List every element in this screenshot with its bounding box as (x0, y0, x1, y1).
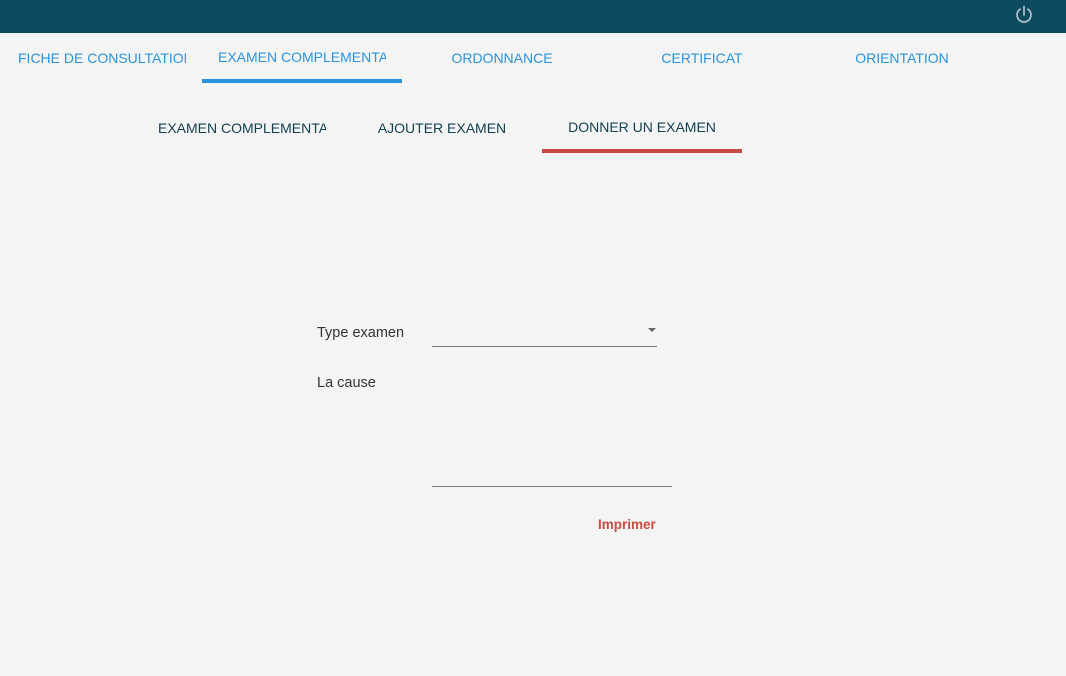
power-icon (1016, 5, 1032, 23)
subtab-donner-un-examen[interactable]: DONNER UN EXAMEN (542, 103, 742, 153)
sub-tab-bar: EXAMEN COMPLEMENTAIRE AJOUTER EXAMEN DON… (142, 103, 742, 153)
tab-label: FICHE DE CONSULTATION (18, 50, 186, 66)
subtab-label: DONNER UN EXAMEN (568, 119, 716, 135)
tab-fiche-de-consultation[interactable]: FICHE DE CONSULTATION (2, 33, 202, 83)
tab-label: ORDONNANCE (451, 50, 553, 66)
dropdown-arrow-icon (648, 328, 656, 332)
print-button-label: Imprimer (598, 516, 656, 532)
power-button[interactable] (1014, 4, 1034, 26)
subtab-label: AJOUTER EXAMEN (377, 120, 507, 136)
tab-ordonnance[interactable]: ORDONNANCE (402, 33, 602, 83)
tab-orientation[interactable]: ORIENTATION (802, 33, 1002, 83)
subtab-label: EXAMEN COMPLEMENTAIRE (158, 120, 326, 136)
tab-label: EXAMEN COMPLEMENTAIRE (218, 49, 386, 65)
tab-certificat[interactable]: CERTIFICAT (602, 33, 802, 83)
subtab-examen-complementaire[interactable]: EXAMEN COMPLEMENTAIRE (142, 103, 342, 153)
type-examen-label: Type examen (317, 325, 405, 341)
top-app-bar (0, 0, 1066, 33)
tab-label: ORIENTATION (855, 50, 949, 66)
cause-label: La cause (317, 375, 376, 391)
main-tab-bar: FICHE DE CONSULTATION EXAMEN COMPLEMENTA… (0, 33, 1066, 83)
cause-textarea[interactable] (432, 372, 672, 487)
subtab-ajouter-examen[interactable]: AJOUTER EXAMEN (342, 103, 542, 153)
tab-examen-complementaire[interactable]: EXAMEN COMPLEMENTAIRE (202, 33, 402, 83)
tab-label: CERTIFICAT (661, 50, 743, 66)
print-button[interactable]: Imprimer (590, 512, 664, 536)
type-examen-select[interactable] (432, 320, 657, 347)
